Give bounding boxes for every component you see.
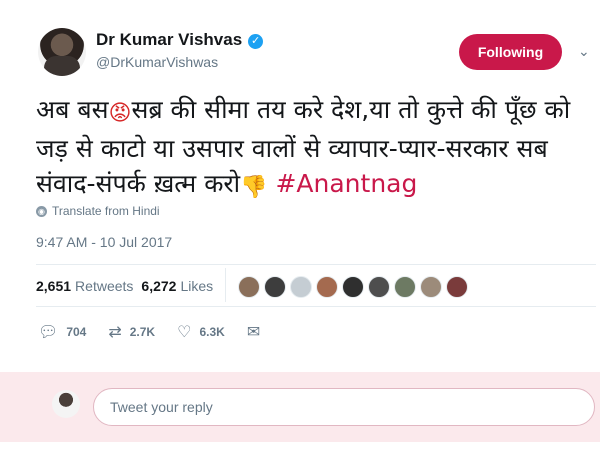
divider-top xyxy=(36,264,596,265)
divider-bottom xyxy=(36,306,596,307)
likes-stat[interactable]: 6,272 Likes xyxy=(141,278,213,294)
stats-separator xyxy=(225,268,226,302)
author-handle[interactable]: @DrKumarVishwas xyxy=(96,54,218,70)
chevron-down-icon[interactable]: ⌄ xyxy=(578,43,590,60)
author-avatar[interactable] xyxy=(38,28,86,76)
liker-avatar[interactable] xyxy=(342,276,364,298)
reply-button[interactable]: 💬︎ 704 xyxy=(38,322,86,342)
retweets-label[interactable]: Retweets xyxy=(75,278,133,294)
verified-badge-icon: ✓ xyxy=(248,34,264,49)
author-name[interactable]: Dr Kumar Vishvas ✓ xyxy=(96,30,264,50)
direct-message-button[interactable]: ✉ xyxy=(247,322,268,342)
tweet-text: अब बस😡सब्र की सीमा तय करे देश,या तो कुत्… xyxy=(36,92,596,205)
liker-avatar[interactable] xyxy=(394,276,416,298)
tweet-actions: 💬︎ 704 ⇄ 2.7K ♡ 6.3K ✉ xyxy=(38,322,290,342)
reply-input[interactable]: Tweet your reply xyxy=(93,388,595,426)
angry-face-emoji-icon: 😡 xyxy=(108,101,132,126)
liker-avatar[interactable] xyxy=(290,276,312,298)
hashtag-link[interactable]: #Anantnag xyxy=(275,169,417,198)
tweet-timestamp[interactable]: 9:47 AM - 10 Jul 2017 xyxy=(36,234,172,250)
engagement-stats: 2,651 Retweets 6,272 Likes xyxy=(36,278,221,294)
reply-icon[interactable]: 💬︎ xyxy=(38,322,58,342)
liker-avatar[interactable] xyxy=(316,276,338,298)
retweets-count[interactable]: 2,651 xyxy=(36,278,71,294)
liker-avatar[interactable] xyxy=(368,276,390,298)
liker-avatar[interactable] xyxy=(264,276,286,298)
retweet-count: 2.7K xyxy=(129,325,156,339)
liker-avatars xyxy=(238,276,472,298)
like-button[interactable]: ♡ 6.3K xyxy=(177,322,225,342)
liker-avatar[interactable] xyxy=(420,276,442,298)
translate-label[interactable]: Translate from Hindi xyxy=(52,204,160,218)
thumbs-down-emoji-icon: 👎 xyxy=(240,175,268,200)
current-user-avatar xyxy=(52,390,80,418)
globe-icon: ◉ xyxy=(36,205,47,217)
author-name-text[interactable]: Dr Kumar Vishvas xyxy=(96,30,242,49)
likes-count[interactable]: 6,272 xyxy=(141,278,176,294)
envelope-icon[interactable]: ✉ xyxy=(247,322,260,342)
retweet-icon[interactable]: ⇄ xyxy=(108,322,121,342)
tweet-header: Dr Kumar Vishvas ✓ @DrKumarVishwas Follow… xyxy=(0,0,600,84)
liker-avatar[interactable] xyxy=(446,276,468,298)
liker-avatar[interactable] xyxy=(238,276,260,298)
following-button[interactable]: Following xyxy=(459,34,562,70)
reply-count: 704 xyxy=(66,325,87,339)
retweet-button[interactable]: ⇄ 2.7K xyxy=(108,322,155,342)
heart-icon[interactable]: ♡ xyxy=(177,322,191,342)
translate-link[interactable]: ◉ Translate from Hindi xyxy=(36,204,160,218)
retweets-stat[interactable]: 2,651 Retweets xyxy=(36,278,133,294)
tweet-text-part1: अब बस xyxy=(36,95,109,124)
like-count: 6.3K xyxy=(199,325,225,339)
likes-label[interactable]: Likes xyxy=(180,278,213,294)
